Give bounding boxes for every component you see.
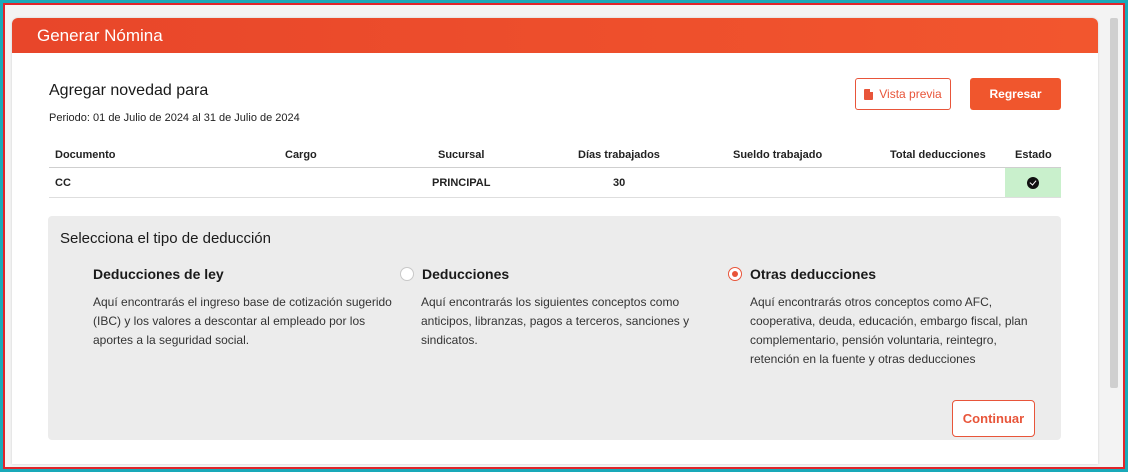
deduction-panel: Selecciona el tipo de deducción Deduccio… [48,216,1061,440]
option-otras-deducciones[interactable]: Otras deducciones Aquí encontrarás otros… [728,264,1028,369]
col-documento: Documento [55,149,116,161]
option-deducciones-de-ley[interactable]: Deducciones de ley Aquí encontrarás el i… [93,264,393,350]
payroll-card: Generar Nómina Agregar novedad para Peri… [12,18,1098,464]
radio-otras-deducciones[interactable] [728,267,742,281]
col-cargo: Cargo [285,149,317,161]
novedad-title: Agregar novedad para [49,82,209,99]
continue-button[interactable]: Continuar [952,400,1035,437]
option-label: Deducciones de ley [93,266,224,282]
cell-documento: CC [55,177,71,189]
cell-estado [1005,168,1061,197]
col-estado: Estado [1015,149,1052,161]
cell-dias: 30 [613,177,626,189]
option-deducciones[interactable]: Deducciones Aquí encontrarás los siguien… [400,264,700,350]
period-text: Periodo: 01 de Julio de 2024 al 31 de Ju… [49,112,300,124]
pdf-icon [864,88,874,100]
option-desc: Aquí encontrarás el ingreso base de coti… [93,295,392,347]
col-sucursal: Sucursal [438,149,485,161]
col-total: Total deducciones [890,149,986,161]
radio-deducciones[interactable] [400,267,414,281]
option-label: Deducciones [422,266,510,282]
card-header: Generar Nómina [12,18,1098,53]
preview-button[interactable]: Vista previa [855,78,951,110]
option-label: Otras deducciones [750,266,877,282]
table-row[interactable]: CC PRINCIPAL 30 [49,168,1061,198]
option-desc: Aquí encontrarás otros conceptos como AF… [750,295,1028,366]
option-desc: Aquí encontrarás los siguientes concepto… [421,295,690,347]
col-sueldo: Sueldo trabajado [733,149,823,161]
check-circle-icon [1027,176,1039,189]
preview-button-label: Vista previa [879,87,942,101]
scrollbar[interactable] [1110,18,1118,388]
back-button[interactable]: Regresar [970,78,1061,110]
deduction-title: Selecciona el tipo de deducción [60,230,271,247]
col-dias: Días trabajados [578,149,660,161]
employee-table: Documento Cargo Sucursal Días trabajados… [49,142,1061,198]
cell-sucursal: PRINCIPAL [432,177,491,189]
table-header: Documento Cargo Sucursal Días trabajados… [49,142,1061,168]
